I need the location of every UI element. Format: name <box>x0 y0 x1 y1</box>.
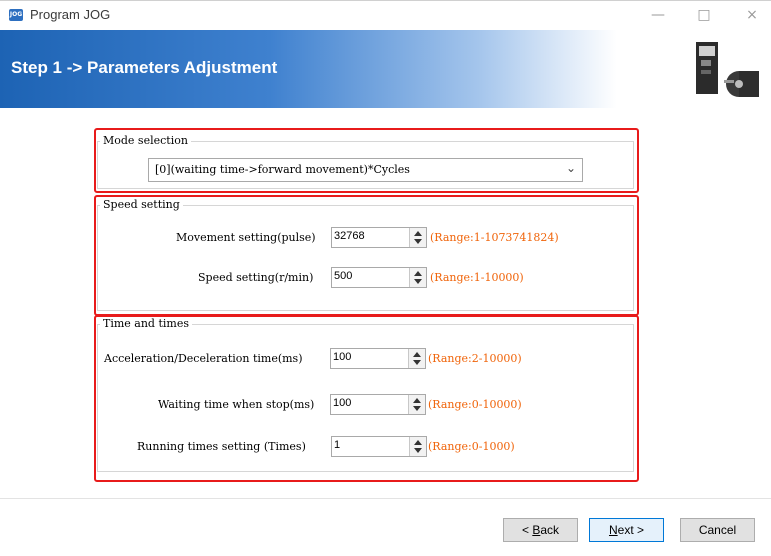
window-title: Program JOG <box>30 7 111 22</box>
servo-motor-icon <box>696 42 759 97</box>
mode-selection-highlight <box>94 128 639 193</box>
back-prefix: < <box>521 523 533 537</box>
maximize-button[interactable]: □ <box>690 5 718 25</box>
time-and-times-highlight <box>94 315 639 482</box>
next-label: ext > <box>617 523 645 537</box>
next-accesskey: N <box>608 523 618 537</box>
title-bar: JOG Program JOG — □ × <box>0 0 771 29</box>
cancel-button[interactable]: Cancel <box>680 518 755 542</box>
step-title: Step 1 -> Parameters Adjustment <box>11 58 278 77</box>
back-label: ack <box>540 523 560 537</box>
wizard-header: Step 1 -> Parameters Adjustment <box>0 30 771 108</box>
back-button[interactable]: < Back <box>503 518 578 542</box>
close-button[interactable]: × <box>738 5 766 25</box>
speed-setting-highlight <box>94 195 639 316</box>
minimize-button[interactable]: — <box>644 5 672 25</box>
footer-divider <box>0 498 771 499</box>
next-button[interactable]: Next > <box>589 518 664 542</box>
app-icon: JOG <box>9 9 23 21</box>
